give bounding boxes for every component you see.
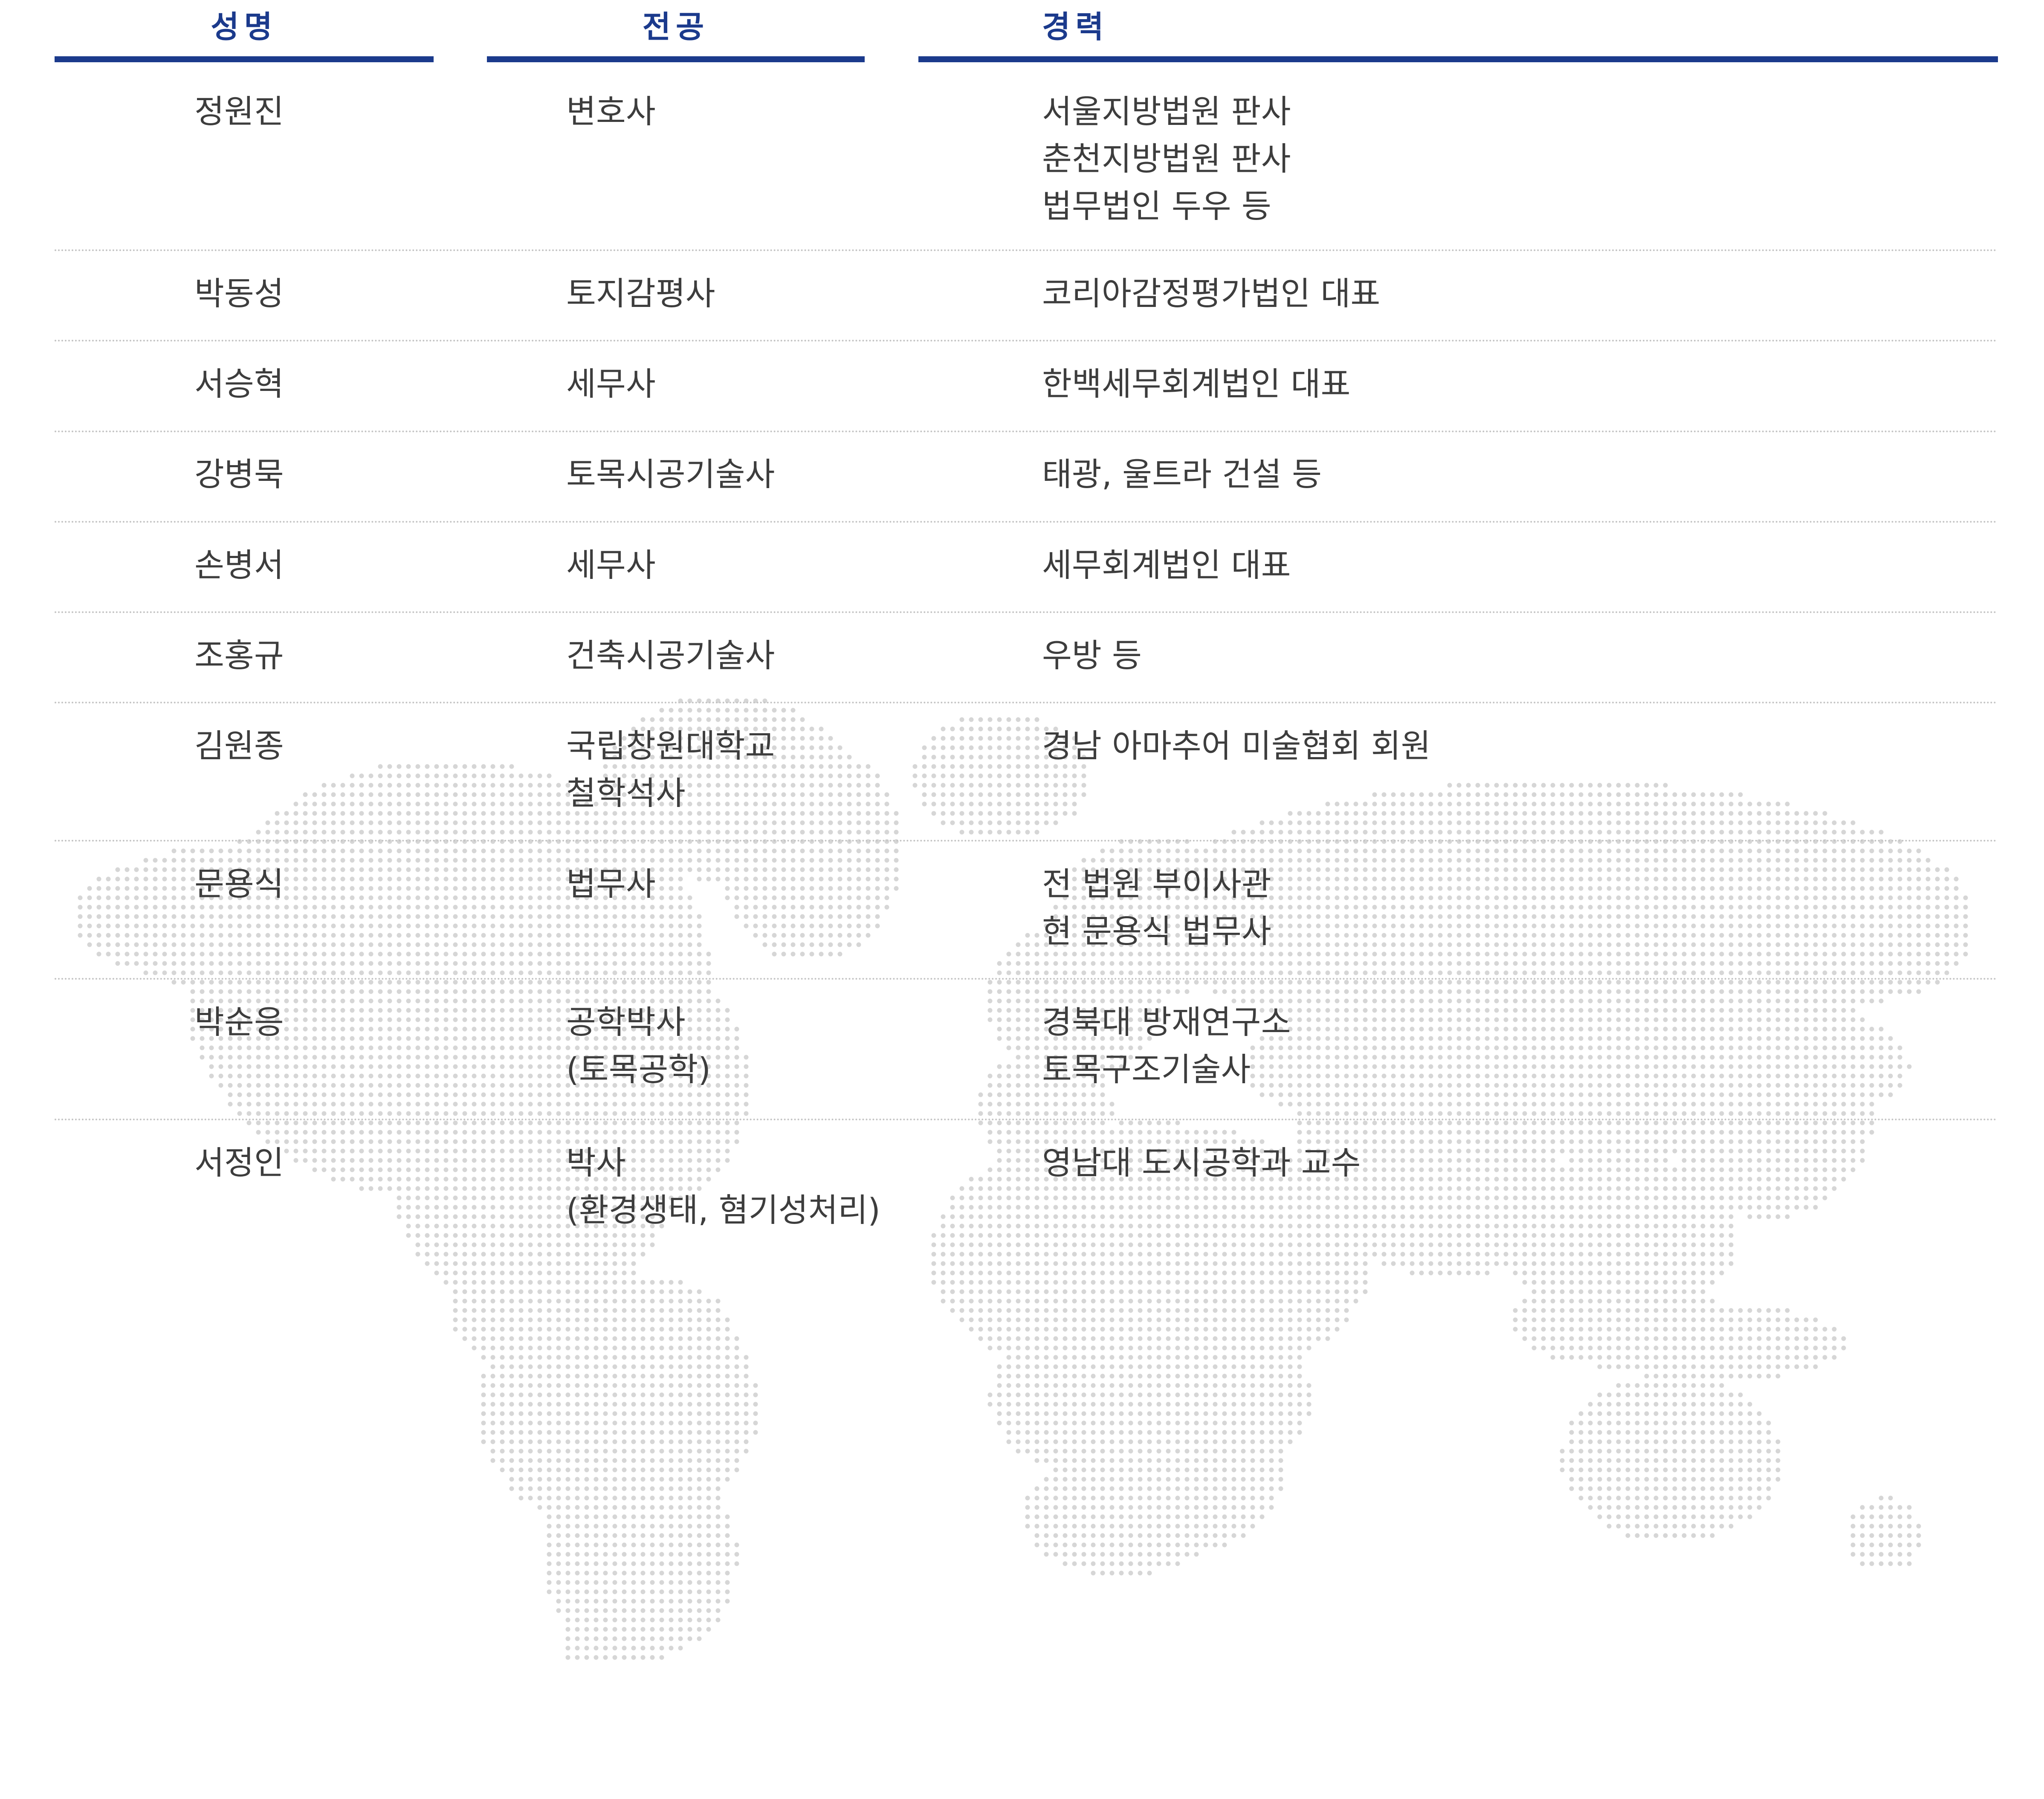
member-name: 박순응 [194, 1003, 284, 1041]
member-career: 코리아감정평가법인 대표 [1042, 275, 1381, 312]
row-divider [55, 978, 1998, 980]
member-career: 한백세무회계법인 대표 [1042, 365, 1351, 403]
member-name: 문용식 [194, 865, 284, 903]
members-table-body: 정원진 변호사 서울지방법원 판사 춘천지방법원 판사 법무법인 두우 등 박동… [0, 0, 2044, 1799]
member-name: 손병서 [194, 546, 284, 584]
row-divider [55, 840, 1998, 842]
member-career: 경북대 방재연구소 토목구조기술사 [1042, 1003, 1291, 1088]
member-major: 건축시공기술사 [566, 636, 775, 674]
member-career: 우방 등 [1042, 636, 1142, 674]
member-name: 강병묵 [194, 455, 284, 493]
row-divider [55, 249, 1998, 251]
member-major: 세무사 [566, 546, 656, 584]
member-major: 토지감평사 [566, 275, 715, 312]
member-career: 서울지방법원 판사 춘천지방법원 판사 법무법인 두우 등 [1042, 93, 1291, 225]
row-divider [55, 521, 1998, 523]
row-divider [55, 340, 1998, 341]
member-career: 전 법원 부이사관 현 문용식 법무사 [1042, 865, 1271, 950]
member-major: 국립창원대학교 철학석사 [566, 727, 775, 812]
row-divider [55, 1119, 1998, 1120]
member-career: 세무회계법인 대표 [1042, 546, 1291, 584]
row-divider [55, 702, 1998, 703]
member-name: 김원종 [194, 727, 284, 765]
member-major: 세무사 [566, 365, 656, 403]
member-major: 변호사 [566, 93, 656, 130]
row-divider [55, 611, 1998, 613]
member-name: 조홍규 [194, 636, 284, 674]
member-career: 태광, 울트라 건설 등 [1042, 455, 1322, 493]
member-name: 서정인 [194, 1144, 284, 1182]
member-major: 공학박사 (토목공학) [566, 1003, 711, 1088]
member-name: 박동성 [194, 275, 284, 312]
member-major: 법무사 [566, 865, 656, 903]
row-divider [55, 431, 1998, 432]
member-name: 정원진 [194, 93, 284, 130]
member-major: 토목시공기술사 [566, 455, 775, 493]
member-name: 서승혁 [194, 365, 284, 403]
member-career: 경남 아마추어 미술협회 회원 [1042, 727, 1431, 765]
member-major: 박사 (환경생태, 혐기성처리) [566, 1144, 880, 1229]
member-career: 영남대 도시공학과 교수 [1042, 1144, 1361, 1182]
